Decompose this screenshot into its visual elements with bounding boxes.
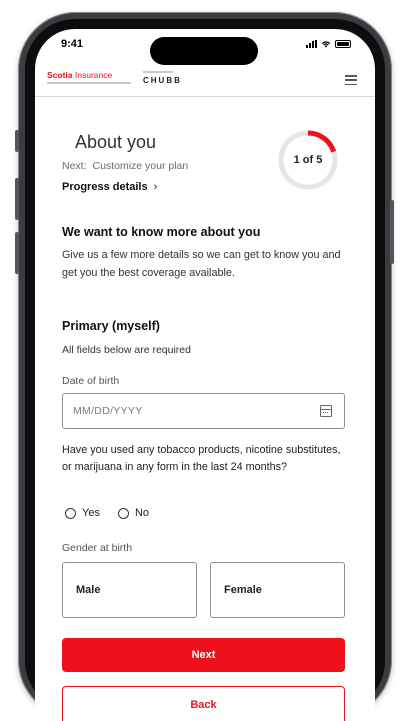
partner-tagline: [143, 71, 173, 73]
tobacco-yes-radio[interactable]: Yes: [65, 507, 100, 519]
dob-input[interactable]: [63, 394, 303, 428]
action-button: [15, 130, 19, 152]
radio-circle-icon: [117, 507, 129, 519]
dynamic-island: [150, 37, 258, 65]
gender-label: Gender at birth: [62, 542, 133, 554]
volume-down-button: [15, 232, 19, 274]
scotia-insurance-logo: Scotia Insurance: [47, 70, 113, 80]
logo-tagline: [47, 82, 131, 84]
gender-female-option[interactable]: Female: [210, 562, 345, 618]
tobacco-radio-group: Yes No: [65, 507, 149, 519]
section-heading: We want to know more about you: [62, 225, 261, 239]
power-button: [390, 200, 394, 264]
intro-text: Give us a few more details so we can get…: [62, 249, 341, 279]
chevron-right-icon: ›: [153, 181, 158, 193]
status-bar: 9:41: [35, 29, 375, 65]
battery-icon: [335, 40, 351, 48]
step-progress-ring: 1 of 5: [277, 129, 339, 191]
back-button[interactable]: Back: [62, 686, 345, 721]
calendar-icon[interactable]: [320, 405, 332, 417]
tobacco-question: Have you used any tobacco products, nico…: [62, 444, 341, 473]
chubb-logo: CHUBB: [143, 76, 182, 85]
wifi-icon: [321, 41, 331, 48]
dob-label: Date of birth: [62, 375, 120, 387]
step-counter: 1 of 5: [293, 154, 323, 166]
page-title: About you: [75, 132, 157, 152]
required-note: All fields below are required: [62, 344, 191, 356]
app-header: Scotia Insurance CHUBB: [35, 65, 375, 97]
status-time: 9:41: [61, 38, 84, 50]
signal-icon: [306, 40, 317, 48]
dob-field: [62, 393, 345, 429]
progress-details-link[interactable]: Progress details ›: [62, 181, 157, 193]
gender-male-option[interactable]: Male: [62, 562, 197, 618]
hamburger-menu-icon[interactable]: [345, 75, 357, 85]
next-button[interactable]: Next: [62, 638, 345, 672]
app-screen: 9:41 Scotia Insurance CHUBB About you Ne…: [35, 29, 375, 721]
tobacco-no-radio[interactable]: No: [117, 507, 149, 519]
next-step-text: Next: Customize your plan: [62, 160, 189, 172]
status-icons: [306, 40, 351, 48]
primary-heading: Primary (myself): [62, 319, 160, 333]
radio-circle-icon: [65, 507, 76, 519]
volume-up-button: [15, 178, 19, 220]
